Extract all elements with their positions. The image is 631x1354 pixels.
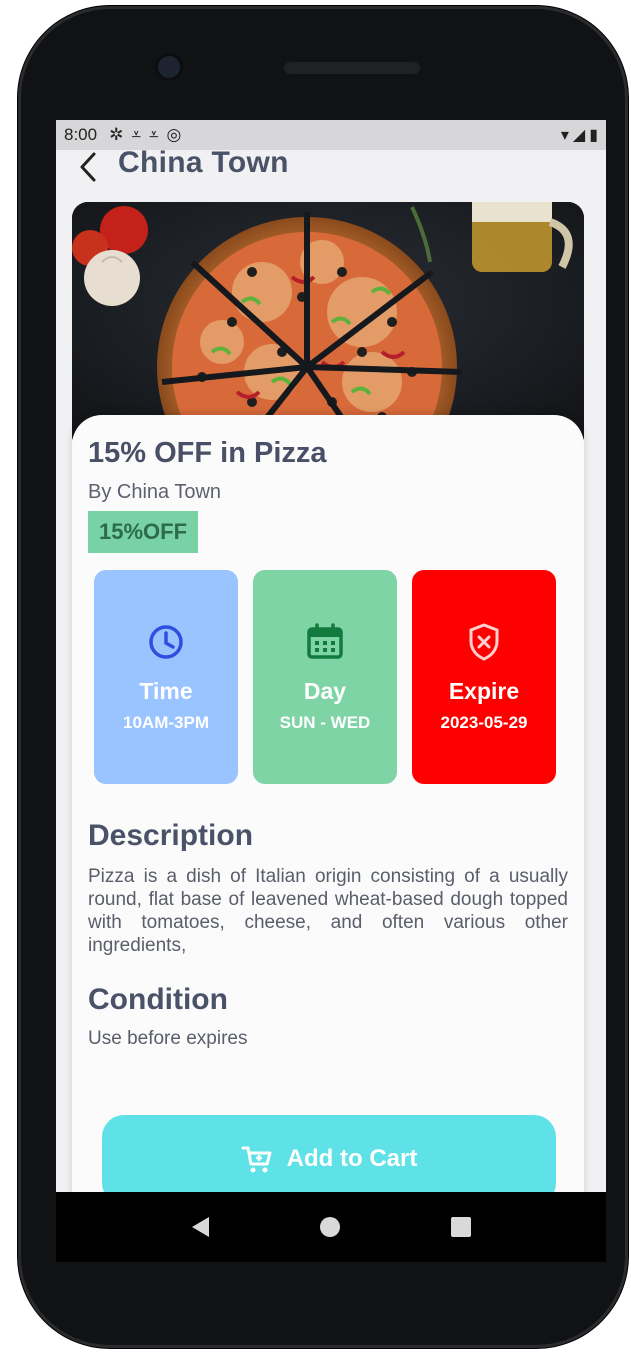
settings-icon: ✲ bbox=[109, 125, 124, 144]
back-arrow-icon[interactable] bbox=[74, 150, 104, 184]
status-time: 8:00 bbox=[64, 125, 98, 144]
offer-merchant: By China Town bbox=[88, 481, 222, 503]
sync-icon: ◎ bbox=[166, 125, 182, 144]
tile-label-day: Day bbox=[303, 678, 347, 704]
offer-details-card: 15% OFF in Pizza By China Town 15%OFF Ti… bbox=[72, 415, 584, 1192]
description-heading: Description bbox=[88, 819, 254, 852]
offer-title: 15% OFF in Pizza bbox=[88, 437, 327, 469]
front-camera bbox=[158, 56, 180, 78]
status-system-icons: ▾ ◢ ▮ bbox=[561, 125, 598, 145]
tile-value-expire: 2023-05-29 bbox=[440, 713, 528, 732]
nav-recents-icon[interactable] bbox=[450, 1217, 471, 1237]
cart-icon bbox=[241, 1146, 272, 1173]
add-to-cart-label: Add to Cart bbox=[286, 1145, 418, 1172]
page-title: China Town bbox=[118, 146, 289, 179]
nav-home-icon[interactable] bbox=[319, 1217, 340, 1237]
condition-heading: Condition bbox=[88, 983, 228, 1016]
top-app-bar: China Town bbox=[56, 146, 606, 206]
info-tile-expire: Expire 2023-05-29 bbox=[412, 570, 556, 784]
condition-text: Use before expires bbox=[88, 1028, 248, 1049]
system-navigation-bar bbox=[56, 1192, 606, 1262]
nav-back-icon[interactable] bbox=[191, 1217, 209, 1237]
tile-value-time: 10AM-3PM bbox=[123, 713, 209, 732]
shield-x-icon bbox=[469, 623, 499, 661]
tile-label-expire: Expire bbox=[448, 678, 520, 704]
signal-icon: ◢ bbox=[572, 127, 586, 144]
wifi-icon: ▾ bbox=[560, 127, 569, 144]
earpiece-speaker bbox=[284, 62, 420, 74]
clock-icon bbox=[149, 625, 183, 659]
calendar-icon bbox=[307, 623, 343, 659]
info-tile-time: Time 10AM-3PM bbox=[94, 570, 238, 784]
add-to-cart-button[interactable]: Add to Cart bbox=[102, 1115, 556, 1192]
info-tile-day: Day SUN - WED bbox=[253, 570, 397, 784]
status-notification-icons: ✲ ⩡ ⩡ ◎ bbox=[109, 125, 181, 145]
download-done-icon-2: ⩡ bbox=[148, 125, 159, 144]
download-done-icon: ⩡ bbox=[131, 125, 141, 144]
app-screen: 8:00 ✲ ⩡ ⩡ ◎ ▾ ◢ ▮ China Town 15% OFF in… bbox=[56, 120, 606, 1192]
battery-icon: ▮ bbox=[589, 127, 598, 144]
tile-label-time: Time bbox=[139, 678, 193, 704]
tile-value-day: SUN - WED bbox=[279, 713, 371, 732]
description-text: Pizza is a dish of Italian origin consis… bbox=[88, 866, 568, 956]
discount-badge: 15%OFF bbox=[88, 511, 198, 553]
